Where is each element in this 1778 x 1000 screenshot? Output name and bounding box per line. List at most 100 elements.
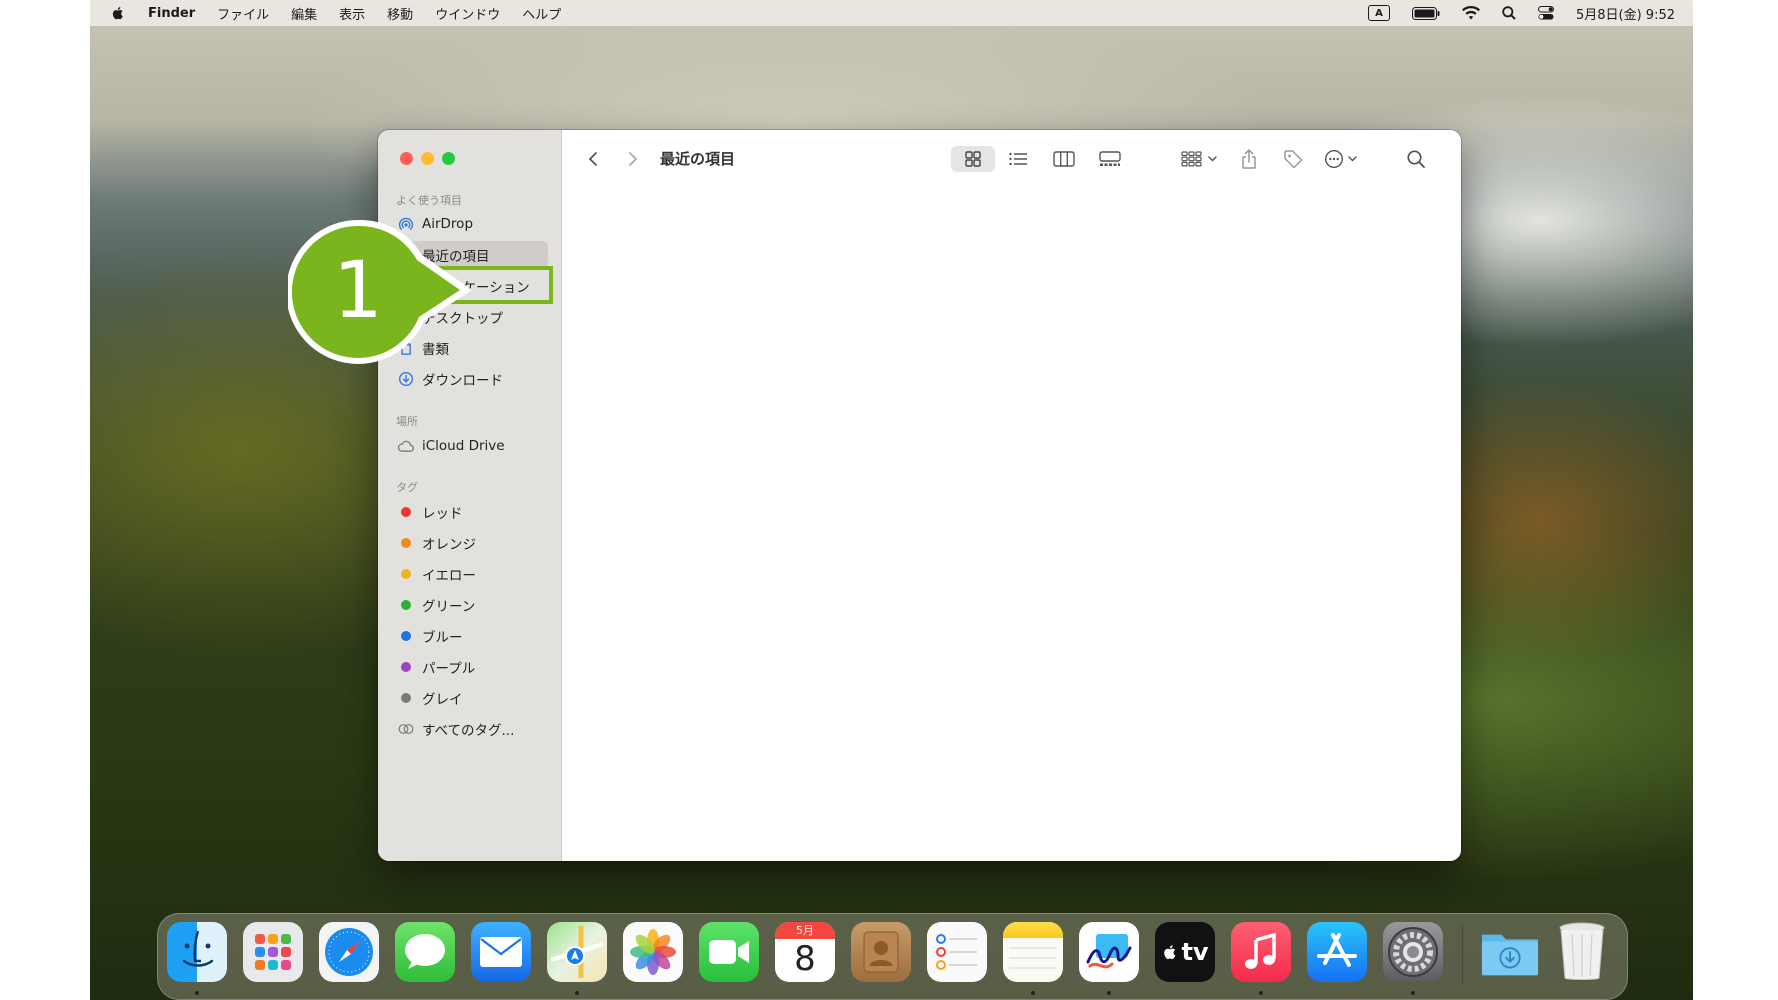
window-title: 最近の項目 bbox=[660, 150, 736, 168]
sidebar-tag-green[interactable]: グリーン bbox=[388, 591, 548, 619]
running-indicator bbox=[1107, 991, 1111, 995]
locations-header: 場所 bbox=[396, 415, 418, 428]
menu-edit[interactable]: 編集 bbox=[291, 4, 317, 23]
tag-dot-yellow bbox=[397, 565, 415, 583]
sidebar-item-label: オレンジ bbox=[422, 537, 476, 553]
column-view-button[interactable] bbox=[1046, 146, 1082, 172]
input-source-icon[interactable]: A bbox=[1367, 5, 1390, 21]
content-area: 最近の項目 bbox=[562, 130, 1461, 861]
menu-help[interactable]: ヘルプ bbox=[522, 4, 561, 23]
safari-app-icon[interactable] bbox=[319, 922, 379, 982]
sidebar-item-label: グレイ bbox=[422, 692, 463, 708]
tag-dot-purple bbox=[397, 658, 415, 676]
menu-go[interactable]: 移動 bbox=[387, 4, 413, 23]
apple-menu-icon[interactable] bbox=[110, 5, 126, 21]
menu-finder[interactable]: Finder bbox=[148, 6, 195, 21]
photos-app-icon[interactable] bbox=[623, 922, 683, 982]
sidebar-item-label: イエロー bbox=[422, 568, 476, 584]
tv-label: tv bbox=[1181, 938, 1209, 966]
control-center-icon[interactable] bbox=[1537, 6, 1554, 20]
favorites-header: よく使う項目 bbox=[396, 194, 462, 207]
contacts-app-icon[interactable] bbox=[851, 922, 911, 982]
tag-dot-orange bbox=[397, 534, 415, 552]
sidebar-item-label: すべてのタグ... bbox=[422, 723, 515, 739]
running-indicator bbox=[1031, 991, 1035, 995]
spotlight-search-icon[interactable] bbox=[1502, 6, 1516, 20]
sidebar-item-downloads[interactable]: ダウンロード bbox=[388, 365, 548, 393]
menu-window[interactable]: ウインドウ bbox=[435, 4, 500, 23]
menu-clock[interactable]: 5月8日(金) 9:52 bbox=[1576, 4, 1675, 23]
downloads-folder-icon[interactable] bbox=[1480, 922, 1540, 982]
maps-app-icon[interactable] bbox=[547, 922, 607, 982]
tag-dot-green bbox=[397, 596, 415, 614]
step-callout: 1 bbox=[286, 217, 474, 367]
music-app-icon[interactable] bbox=[1231, 922, 1291, 982]
sidebar-tag-yellow[interactable]: イエロー bbox=[388, 560, 548, 588]
sidebar-item-icloud-drive[interactable]: iCloud Drive bbox=[388, 432, 548, 460]
gallery-view-button[interactable] bbox=[1092, 146, 1128, 172]
facetime-app-icon[interactable] bbox=[699, 922, 759, 982]
sidebar-item-label: レッド bbox=[422, 506, 463, 522]
freeform-app-icon[interactable] bbox=[1079, 922, 1139, 982]
action-menu-button[interactable] bbox=[1322, 146, 1366, 172]
apple-tv-app-icon[interactable]: tv bbox=[1155, 922, 1215, 982]
sidebar-item-label: ブルー bbox=[422, 630, 463, 646]
tag-dot-red bbox=[397, 503, 415, 521]
finder-app-icon[interactable] bbox=[167, 922, 227, 982]
app-store-app-icon[interactable] bbox=[1307, 922, 1367, 982]
sidebar-item-label: ダウンロード bbox=[422, 373, 503, 389]
running-indicator bbox=[195, 991, 199, 995]
minimize-button[interactable] bbox=[421, 152, 434, 165]
messages-app-icon[interactable] bbox=[395, 922, 455, 982]
desktop: Finder ファイル 編集 表示 移動 ウインドウ ヘルプ A 5月8日(金)… bbox=[90, 0, 1693, 1000]
menu-bar: Finder ファイル 編集 表示 移動 ウインドウ ヘルプ A 5月8日(金)… bbox=[90, 0, 1693, 26]
zoom-button[interactable] bbox=[442, 152, 455, 165]
tag-dot-blue bbox=[397, 627, 415, 645]
sidebar-tag-gray[interactable]: グレイ bbox=[388, 684, 548, 712]
dock-divider bbox=[1462, 925, 1463, 983]
running-indicator bbox=[1411, 991, 1415, 995]
calendar-month: 5月 bbox=[775, 922, 835, 939]
reminders-app-icon[interactable] bbox=[927, 922, 987, 982]
running-indicator bbox=[1259, 991, 1263, 995]
notes-app-icon[interactable] bbox=[1003, 922, 1063, 982]
back-button[interactable] bbox=[580, 146, 606, 172]
mail-app-icon[interactable] bbox=[471, 922, 531, 982]
tag-button[interactable] bbox=[1278, 146, 1308, 172]
trash-icon[interactable] bbox=[1552, 922, 1612, 982]
wifi-icon[interactable] bbox=[1461, 6, 1480, 20]
sidebar-tag-purple[interactable]: パープル bbox=[388, 653, 548, 681]
sidebar-all-tags[interactable]: すべてのタグ... bbox=[388, 715, 548, 743]
forward-button[interactable] bbox=[620, 146, 646, 172]
share-button[interactable] bbox=[1234, 146, 1264, 172]
running-indicator bbox=[575, 991, 579, 995]
sidebar-item-label: パープル bbox=[422, 661, 476, 677]
all-tags-icon bbox=[397, 720, 415, 738]
notes-header bbox=[1003, 922, 1063, 938]
menu-file[interactable]: ファイル bbox=[217, 4, 269, 23]
menu-view[interactable]: 表示 bbox=[339, 4, 365, 23]
icon-view-button[interactable] bbox=[951, 146, 995, 172]
sidebar-tag-orange[interactable]: オレンジ bbox=[388, 529, 548, 557]
step-number: 1 bbox=[333, 246, 383, 336]
list-view-button[interactable] bbox=[1000, 146, 1036, 172]
battery-icon[interactable] bbox=[1411, 6, 1440, 20]
calendar-app-icon[interactable]: 5月 8 bbox=[775, 922, 835, 982]
calendar-day: 8 bbox=[794, 939, 816, 979]
download-icon bbox=[397, 370, 415, 388]
sidebar-item-label: iCloud Drive bbox=[422, 438, 505, 454]
tags-header: タグ bbox=[396, 481, 418, 494]
system-settings-app-icon[interactable] bbox=[1383, 922, 1443, 982]
close-button[interactable] bbox=[400, 152, 413, 165]
sidebar-tag-blue[interactable]: ブルー bbox=[388, 622, 548, 650]
sidebar-tag-red[interactable]: レッド bbox=[388, 498, 548, 526]
window-controls bbox=[400, 152, 455, 165]
tag-dot-gray bbox=[397, 689, 415, 707]
group-button[interactable] bbox=[1178, 146, 1224, 172]
search-button[interactable] bbox=[1401, 146, 1431, 172]
finder-window: よく使う項目 AirDrop 最近の項目 アプリケーション デスクトップ 書類 … bbox=[378, 130, 1461, 861]
toolbar: 最近の項目 bbox=[562, 130, 1461, 186]
cloud-icon bbox=[397, 437, 415, 455]
launchpad-app-icon[interactable] bbox=[243, 922, 303, 982]
sidebar-item-label: グリーン bbox=[422, 599, 476, 615]
